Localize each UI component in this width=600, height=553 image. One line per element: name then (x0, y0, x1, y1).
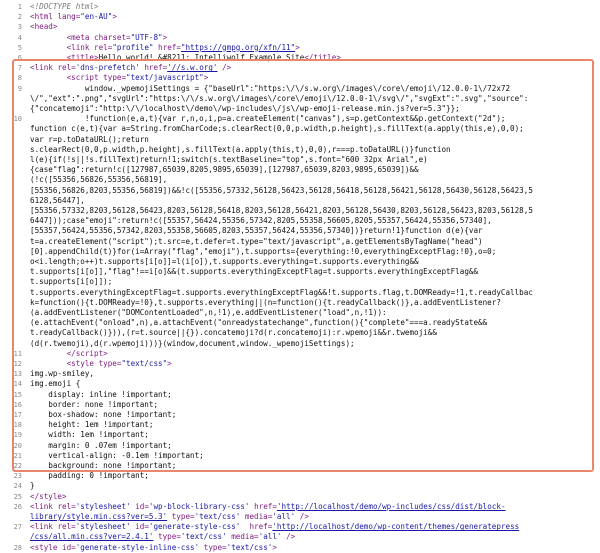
source-line: <title>Hello world! &#8211; Intelliwolf … (66, 53, 341, 62)
source-line: [55356,57332,8203,56128,56423,8203,56128… (30, 206, 533, 215)
source-line: <html lang="en-AU"> (30, 12, 117, 22)
line-number: 3 (17, 23, 22, 32)
source-line: <link rel='stylesheet' id='generate-styl… (30, 522, 520, 532)
line-number: 14 (13, 380, 22, 389)
source-line: /css/all.min.css?ver=2.4.1' type='text/c… (30, 532, 296, 542)
source-line: t.readyCallback()})),(r=t.source||{}).co… (30, 328, 437, 338)
line-number: 17 (13, 411, 22, 419)
source-line: 6128,56447], (30, 195, 85, 205)
line-number: 25 (13, 492, 22, 501)
source-line: function c(e,t){var a=String.fromCharCod… (30, 124, 524, 134)
source-line: </script> (66, 348, 108, 358)
source-line: t.supports[i[o]],"flag"!==i[o]&&(t.suppo… (30, 267, 479, 277)
source-line: border: none !important; (30, 399, 159, 409)
line-number: 8 (17, 74, 22, 83)
line-number: 21 (13, 451, 22, 460)
line-number: 22 (13, 462, 22, 470)
source-line: <head> (30, 22, 58, 32)
source-line: [0].appendChild(t)}for(i=Array("flag","e… (30, 246, 497, 256)
line-number: 13 (13, 370, 22, 379)
source-line: <style id='generate-style-inline-css' ty… (30, 542, 277, 552)
line-number: 26 (13, 502, 22, 511)
source-line: [55356,56826,8203,55356,56819])&&!c([553… (30, 185, 533, 195)
source-line: o<i.length;o++)t.supports[i[o]]=l(i[o]),… (30, 257, 419, 266)
line-number: 12 (13, 360, 22, 368)
line-number: 7 (17, 64, 22, 73)
source-line: vertical-align: -0.1em !important; (30, 450, 204, 460)
line-number: 16 (13, 400, 22, 409)
line-number: 9 (17, 84, 22, 93)
line-number: 10 (13, 115, 22, 124)
line-number: 4 (17, 33, 22, 42)
line-number: 1 (17, 3, 22, 11)
source-line: <link rel='dns-prefetch' href='//s.w.org… (30, 63, 232, 73)
line-number: 23 (13, 472, 22, 481)
line-number: 19 (13, 431, 22, 440)
line-number: 6 (17, 54, 22, 62)
source-line: <style type="text/css"> (66, 359, 172, 368)
source-line: img.wp-smiley, (30, 369, 95, 379)
source-line: s.clearRect(0,0,p.width,p.height),s.fill… (30, 144, 451, 154)
source-line: background: none !important; (30, 461, 177, 470)
source-line: \/","ext":".png","svgUrl":"https:\/\/s.w… (30, 93, 529, 103)
line-number: 18 (13, 421, 22, 430)
source-line: t.supports[i[o]]); (30, 277, 113, 287)
source-line: !function(e,a,t){var r,n,o,i,p=a.createE… (30, 114, 506, 124)
source-line: (d(r.twemoji),d(r.wpemoji)))}(window,doc… (30, 338, 355, 348)
source-line: box-shadow: none !important; (30, 410, 177, 419)
source-line: t=a.createElement("script");t.src=e,t.de… (30, 236, 483, 246)
source-line: <meta charset="UTF-8"> (66, 32, 168, 42)
source-line: (!c([55356,56826,55356,56819], (30, 175, 168, 185)
source-line: k=function(){t.DOMReady=!0},t.supports.e… (30, 297, 501, 307)
source-line: {case"flag":return!c([127987,65039,8205,… (30, 165, 419, 175)
line-number: 11 (13, 349, 22, 358)
line-number: 20 (13, 441, 22, 450)
line-number: 28 (13, 543, 22, 552)
line-number: 5 (17, 43, 22, 52)
source-line: <link rel="profile" href="https://gmpg.o… (66, 42, 300, 52)
source-line: [55357,56424,55356,57342,8203,55358,5660… (30, 226, 483, 236)
source-line: (a.addEventListener("DOMContentLoaded",n… (30, 308, 387, 317)
line-number: 15 (13, 390, 22, 399)
source-line: var r=p.toDataURL();return (30, 134, 149, 144)
source-line: 6447]));case"emoji":return!c([55357,5642… (30, 216, 492, 226)
source-line: {"concatemoji":"http:\/\/localhost\/demo… (30, 104, 460, 113)
line-number: 24 (13, 482, 22, 491)
source-line: </style> (30, 491, 67, 501)
source-line: library/style.min.css?ver=5.3' type='tex… (30, 512, 309, 521)
source-line: <!DOCTYPE html> (30, 2, 99, 11)
source-line: padding: 0 !important; (30, 471, 149, 481)
source-line: } (30, 481, 35, 491)
source-line: height: 1em !important; (30, 420, 154, 430)
source-line: l(e){if(!s||!s.fillText)return!1;switch(… (30, 155, 428, 164)
source-line: <link rel='stylesheet' id='wp-block-libr… (30, 501, 506, 511)
source-line: (e.attachEvent("onload",n),a.attachEvent… (30, 318, 488, 328)
source-line: <script type="text/javascript"> (66, 73, 209, 83)
source-line: display: inline !important; (30, 389, 172, 399)
source-line: margin: 0 .07em !important; (30, 440, 172, 450)
source-line: window._wpemojiSettings = {"baseUrl":"ht… (30, 83, 511, 93)
line-number: 27 (13, 523, 22, 532)
source-line: img.emoji { (30, 379, 81, 389)
source-line: t.supports.everythingExceptFlag=t.suppor… (30, 287, 533, 297)
line-number: 2 (17, 13, 22, 22)
source-line: width: 1em !important; (30, 430, 149, 440)
view-source-pane: 1 <!DOCTYPE html> 2 <html lang="en-AU"> 3 <he… (0, 0, 600, 552)
